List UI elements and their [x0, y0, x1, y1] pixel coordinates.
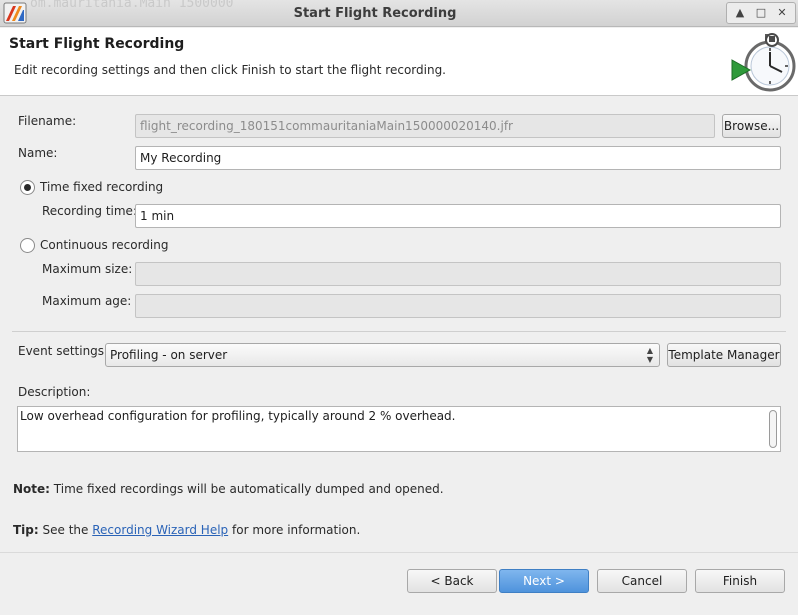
name-field[interactable]: My Recording	[135, 146, 781, 170]
wizard-header: Start Flight Recording Edit recording se…	[0, 28, 798, 96]
stopwatch-play-icon	[728, 30, 798, 92]
description-scrollbar[interactable]	[769, 410, 777, 448]
description-label: Description:	[18, 385, 91, 399]
page-subtitle: Edit recording settings and then click F…	[14, 63, 446, 77]
note-text: Time fixed recordings will be automatica…	[53, 482, 444, 496]
cancel-button[interactable]: Cancel	[597, 569, 687, 593]
updown-arrows-icon: ▲ ▼	[646, 346, 653, 364]
recording-time-label: Recording time:	[42, 204, 137, 218]
recording-time-field[interactable]: 1 min	[135, 204, 781, 228]
title-bar: om.mauritania.Main 1500000 Start Flight …	[0, 0, 798, 27]
event-settings-select[interactable]: Profiling - on server ▲ ▼	[105, 343, 660, 367]
continuous-label[interactable]: Continuous recording	[40, 238, 168, 252]
finish-button[interactable]: Finish	[695, 569, 785, 593]
continuous-radio[interactable]	[20, 238, 35, 253]
footer-divider	[0, 552, 798, 553]
tip-line: Tip: See the Recording Wizard Help for m…	[13, 523, 360, 537]
close-icon[interactable]: ✕	[775, 6, 789, 20]
name-label: Name:	[18, 146, 58, 160]
note-line: Note: Time fixed recordings will be auto…	[13, 482, 444, 496]
window-controls: ▲ □ ✕	[726, 2, 796, 24]
recording-wizard-help-link[interactable]: Recording Wizard Help	[92, 523, 228, 537]
section-divider	[12, 331, 786, 332]
description-box[interactable]: Low overhead configuration for profiling…	[17, 406, 781, 452]
page-title: Start Flight Recording	[9, 36, 185, 52]
template-manager-button[interactable]: Template Manager	[667, 343, 781, 367]
note-prefix: Note:	[13, 482, 50, 496]
radio-selected-dot	[24, 184, 31, 191]
max-size-label: Maximum size:	[42, 262, 133, 276]
event-settings-value: Profiling - on server	[110, 348, 228, 362]
filename-label: Filename:	[18, 114, 77, 128]
window-title: Start Flight Recording	[293, 6, 457, 21]
description-text: Low overhead configuration for profiling…	[20, 409, 456, 423]
maximize-icon[interactable]: □	[754, 6, 768, 20]
tip-text-before: See the	[42, 523, 89, 537]
max-age-field	[135, 294, 781, 318]
next-button[interactable]: Next >	[499, 569, 589, 593]
time-fixed-radio[interactable]	[20, 180, 35, 195]
time-fixed-label[interactable]: Time fixed recording	[40, 180, 163, 194]
event-settings-label: Event settings:	[18, 344, 109, 358]
browse-button[interactable]: Browse...	[722, 114, 781, 138]
back-button[interactable]: < Back	[407, 569, 497, 593]
tip-prefix: Tip:	[13, 523, 39, 537]
tip-text-after: for more information.	[232, 523, 361, 537]
max-size-field	[135, 262, 781, 286]
window-shade-icon[interactable]: ▲	[733, 6, 747, 20]
max-age-label: Maximum age:	[42, 294, 132, 308]
filename-field: flight_recording_180151commauritaniaMain…	[135, 114, 715, 138]
